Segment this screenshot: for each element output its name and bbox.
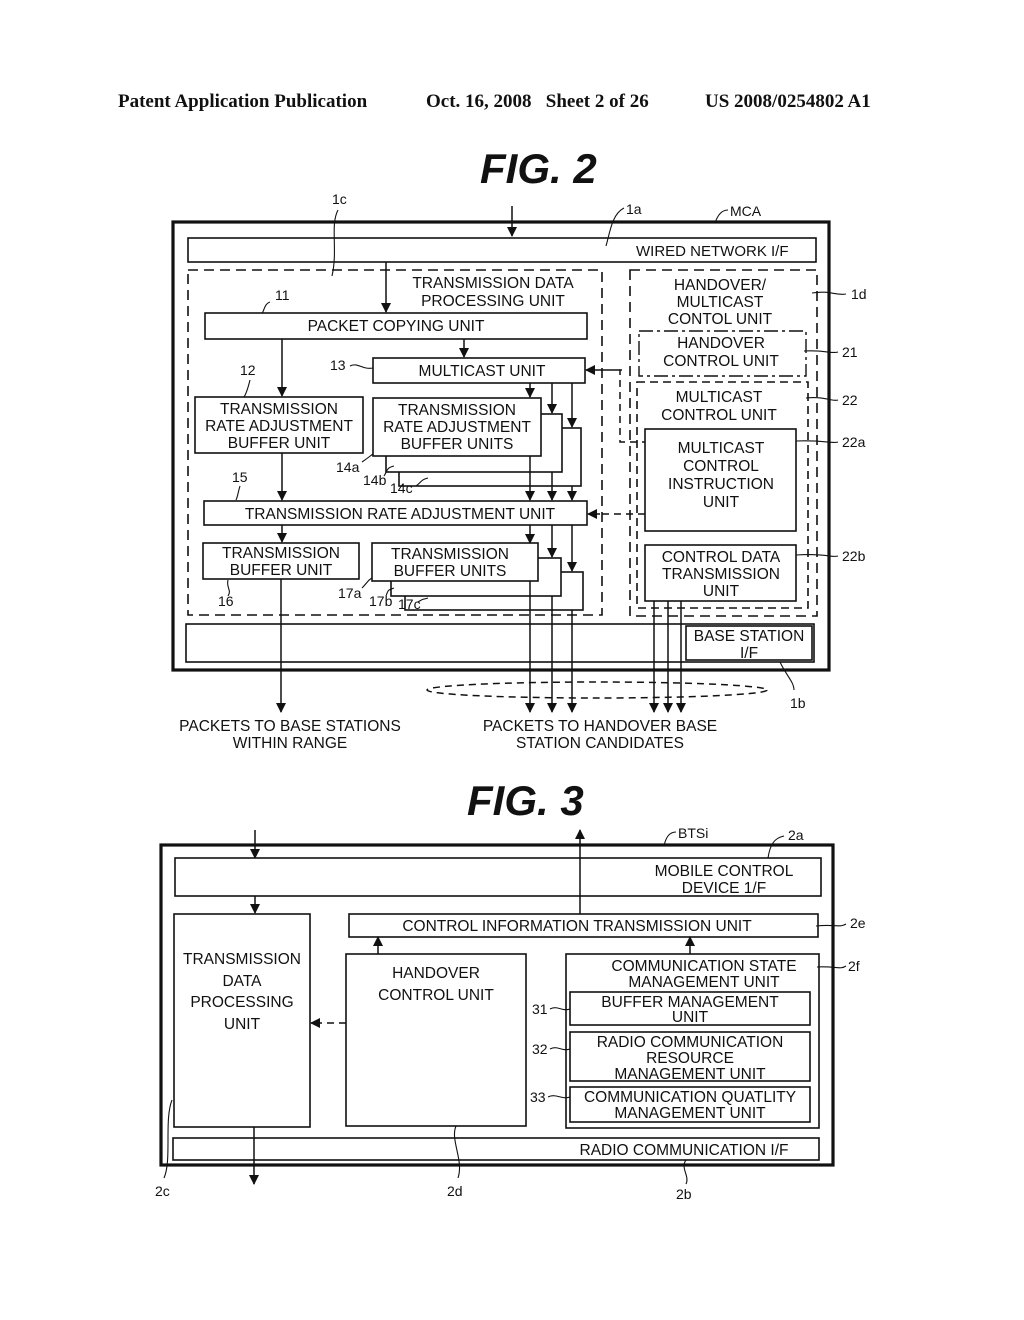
comm-state-label-2: MANAGEMENT UNIT [628, 974, 780, 991]
ref-11: 11 [275, 287, 290, 303]
tx-buffer-units-label-1: TRANSMISSION [391, 546, 509, 563]
rate-adj-buffer-unit-label-1: TRANSMISSION [220, 401, 338, 418]
ref-12: 12 [240, 362, 256, 378]
ref-2e: 2e [850, 915, 866, 931]
rate-adjustment-unit-label: TRANSMISSION RATE ADJUSTMENT UNIT [245, 506, 556, 523]
ref-14c: 14c [390, 480, 413, 496]
packets-handover-label-1: PACKETS TO HANDOVER BASE [483, 718, 717, 735]
radio-resource-label-1: RADIO COMMUNICATION [597, 1034, 784, 1051]
ref-2a: 2a [788, 827, 804, 843]
hm-control-label-2: MULTICAST [677, 294, 764, 311]
comm-quality-label-2: MANAGEMENT UNIT [614, 1105, 766, 1122]
ref-mca: MCA [730, 203, 762, 219]
cdt-label-2: TRANSMISSION [662, 566, 780, 583]
patent-sheet: Patent Application Publication Oct. 16, … [118, 91, 871, 1202]
mobile-control-if-label-1: MOBILE CONTROL [655, 863, 794, 880]
cdt-label-3: UNIT [703, 583, 740, 600]
ref-14b: 14b [363, 472, 387, 488]
ref-21: 21 [842, 344, 858, 360]
hm-control-label-3: CONTOL UNIT [668, 311, 773, 328]
mci-label-4: UNIT [703, 494, 740, 511]
mobile-control-if-label-2: DEVICE 1/F [682, 880, 766, 897]
radio-resource-label-2: RESOURCE [646, 1050, 734, 1067]
ref-17b: 17b [369, 593, 393, 609]
rate-adj-buffer-unit-label-3: BUFFER UNIT [228, 435, 331, 452]
ref-32: 32 [532, 1041, 548, 1057]
ref-1b: 1b [790, 695, 806, 711]
packets-in-range-label-2: WITHIN RANGE [233, 735, 348, 752]
ref-btsi: BTSi [678, 825, 708, 841]
fig3-tdp-label-4: UNIT [224, 1016, 261, 1033]
figure-2: FIG. 2 MCA WIRED NETWORK I/F 1a 1c TRANS… [171, 145, 867, 752]
tdp-unit-label-1: TRANSMISSION DATA [412, 275, 574, 292]
tx-buffer-unit-label-2: BUFFER UNIT [230, 562, 333, 579]
rate-adj-buffer-unit-label-2: RATE ADJUSTMENT [205, 418, 353, 435]
ref-33: 33 [530, 1089, 546, 1105]
comm-quality-label-1: COMMUNICATION QUATLITY [584, 1089, 796, 1106]
hm-control-label-1: HANDOVER/ [674, 277, 767, 294]
ref-13: 13 [330, 357, 346, 373]
radio-comm-if-label: RADIO COMMUNICATION I/F [580, 1142, 789, 1159]
fig3-tdp-label-2: DATA [222, 973, 262, 990]
publication-label: Patent Application Publication [118, 91, 368, 112]
ref-1c: 1c [332, 191, 347, 207]
tx-buffer-units-label-2: BUFFER UNITS [394, 563, 507, 580]
ref-14a: 14a [336, 459, 360, 475]
ref-2b: 2b [676, 1186, 692, 1202]
base-station-if-label-2: I/F [740, 645, 758, 662]
ref-1a: 1a [626, 201, 642, 217]
rate-adj-buffer-units-label-3: BUFFER UNITS [401, 436, 514, 453]
fig3-tdp-label-3: PROCESSING [190, 994, 293, 1011]
rate-adj-buffer-units-label-1: TRANSMISSION [398, 402, 516, 419]
control-line-to-multicast [619, 369, 645, 443]
base-station-if-label-1: BASE STATION [694, 628, 805, 645]
mci-label-3: INSTRUCTION [668, 476, 774, 493]
tx-buffer-unit-label-1: TRANSMISSION [222, 545, 340, 562]
publication-number: US 2008/0254802 A1 [705, 91, 871, 112]
fig2-title: FIG. 2 [480, 145, 597, 192]
tdp-unit-label-2: PROCESSING UNIT [421, 293, 565, 310]
ref-2d: 2d [447, 1183, 463, 1199]
comm-state-label-1: COMMUNICATION STATE [611, 958, 796, 975]
handover-control-unit-label-2: CONTROL UNIT [663, 353, 779, 370]
fig3-title: FIG. 3 [467, 777, 584, 824]
buffer-mgmt-label-2: UNIT [672, 1009, 709, 1026]
packet-copying-unit-label: PACKET COPYING UNIT [308, 318, 485, 335]
handover-candidates-grouping [426, 681, 768, 699]
cdt-label-1: CONTROL DATA [662, 549, 781, 566]
fig3-handover-label-1: HANDOVER [392, 965, 480, 982]
multicast-control-unit-label-1: MULTICAST [676, 389, 763, 406]
wired-network-if-label: WIRED NETWORK I/F [636, 243, 789, 260]
ref-22: 22 [842, 392, 858, 408]
ref-16: 16 [218, 593, 234, 609]
ref-17a: 17a [338, 585, 362, 601]
fig3-tdp-label-1: TRANSMISSION [183, 951, 301, 968]
packets-handover-label-2: STATION CANDIDATES [516, 735, 684, 752]
multicast-control-unit-label-2: CONTROL UNIT [661, 407, 777, 424]
figure-3: FIG. 3 BTSi MOBILE CONTROL DEVICE 1/F 2a… [155, 777, 866, 1202]
mci-label-2: CONTROL [683, 458, 759, 475]
ref-22a: 22a [842, 434, 866, 450]
packets-in-range-label-1: PACKETS TO BASE STATIONS [179, 718, 401, 735]
mci-label-1: MULTICAST [678, 440, 765, 457]
handover-control-unit-label-1: HANDOVER [677, 335, 765, 352]
control-info-tx-unit-label: CONTROL INFORMATION TRANSMISSION UNIT [402, 918, 752, 935]
date-sheet-label: Oct. 16, 2008 Sheet 2 of 26 [426, 91, 649, 112]
ref-22b: 22b [842, 548, 866, 564]
rate-adj-buffer-units-label-2: RATE ADJUSTMENT [383, 419, 531, 436]
radio-resource-label-3: MANAGEMENT UNIT [614, 1066, 766, 1083]
ref-15: 15 [232, 469, 248, 485]
ref-31: 31 [532, 1001, 548, 1017]
ref-2f: 2f [848, 958, 860, 974]
ref-17c: 17c [398, 596, 421, 612]
ref-2c: 2c [155, 1183, 170, 1199]
multicast-unit-label: MULTICAST UNIT [419, 363, 546, 380]
ref-1d: 1d [851, 286, 867, 302]
fig3-handover-label-2: CONTROL UNIT [378, 987, 494, 1004]
